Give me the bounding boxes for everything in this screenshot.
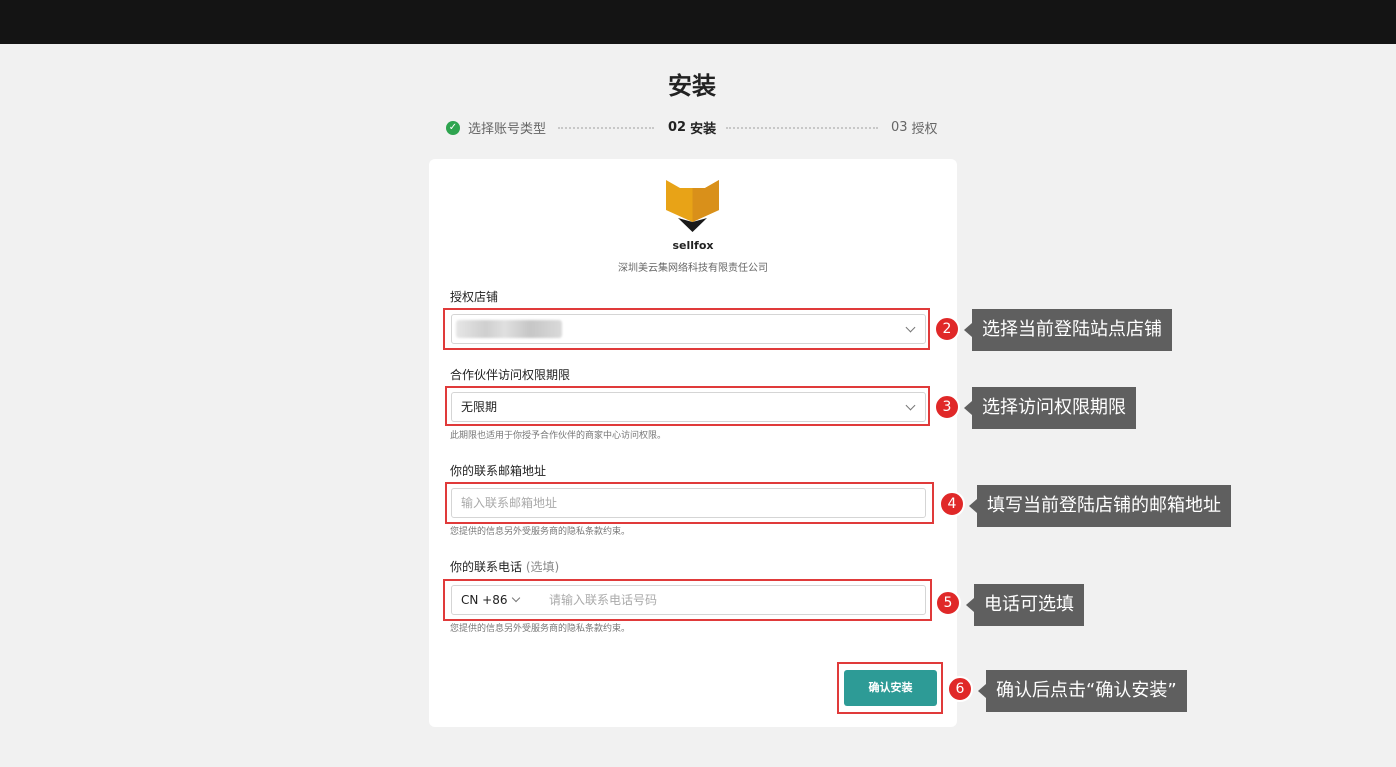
step-3-label: 授权 [911,122,938,137]
check-icon: ✓ [446,120,460,135]
highlight-box-4 [445,482,934,524]
step-badge-3: 3 [934,394,960,420]
callout-3: 选择访问权限期限 [964,387,1136,429]
step-2-num: 02 [668,120,687,135]
step-badge-5: 5 [935,590,961,616]
callout-5: 电话可选填 [966,584,1084,626]
callout-4: 填写当前登陆店铺的邮箱地址 [969,485,1231,527]
email-hint: 您提供的信息另外受服务商的隐私条款约束。 [450,527,631,537]
highlight-box-6 [837,662,943,714]
step-3-num: 03 [891,120,908,135]
step-2: 02 安装 [668,118,716,137]
step-3: 03 授权 [891,118,938,137]
phone-label-text: 你的联系电话 [450,560,523,574]
highlight-box-5 [443,579,932,621]
step-badge-4: 4 [939,491,965,517]
step-divider [558,127,654,129]
callout-2: 选择当前登陆站点店铺 [964,309,1172,351]
page-title: 安装 [668,72,716,100]
step-divider [726,127,878,129]
app-company: 深圳美云集网络科技有限责任公司 [618,263,768,274]
step-badge-2: 2 [934,316,960,342]
phone-hint: 您提供的信息另外受服务商的隐私条款约束。 [450,624,631,634]
highlight-box-2 [443,308,930,350]
phone-label: 你的联系电话 (选填) [450,558,559,575]
step-2-label: 安装 [690,122,717,137]
email-label: 你的联系邮箱地址 [450,464,547,478]
callout-6: 确认后点击“确认安装” [978,670,1187,712]
step-1: ✓ 选择账号类型 [446,118,546,137]
step-1-label: 选择账号类型 [468,122,547,137]
step-badge-6: 6 [947,676,973,702]
phone-optional: (选填) [525,560,560,574]
highlight-box-3 [445,386,930,426]
store-label: 授权店铺 [450,290,499,304]
access-hint: 此期限也适用于你授予合作伙伴的商家中心访问权限。 [450,431,667,441]
stepper: ✓ 选择账号类型 02 安装 03 授权 [446,118,946,137]
access-label: 合作伙伴访问权限期限 [450,368,571,382]
top-bar [0,0,1396,44]
fox-logo-icon [666,180,719,232]
app-name: sellfox [672,239,714,252]
